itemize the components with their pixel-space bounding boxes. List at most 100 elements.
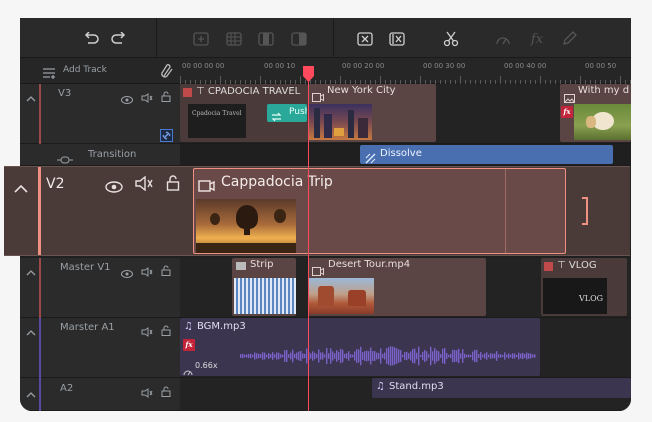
clip-label: ⊤ CPADOCIA TRAVEL — [196, 86, 301, 97]
link-clip-icon[interactable] — [160, 129, 173, 142]
track-color-bar — [39, 84, 41, 144]
track-color-bar — [38, 167, 41, 255]
crop-icon[interactable] — [290, 30, 308, 48]
clip-label: Dissolve — [380, 148, 422, 159]
clip-cappadocia-trip[interactable]: Cappadocia Trip — [193, 168, 566, 254]
clip-strip[interactable]: Strip — [232, 258, 296, 316]
eye-icon[interactable] — [105, 178, 123, 197]
clip-label: Cappadocia Trip — [221, 174, 333, 190]
clip-thumbnail — [574, 104, 631, 140]
clip-stand[interactable]: ♫ Stand.mp3 — [372, 378, 631, 398]
swap-icon — [271, 107, 282, 122]
add-clip-icon[interactable] — [192, 30, 210, 48]
track-row-v2[interactable]: V2 Cappadocia Trip — [4, 166, 630, 256]
mute-icon[interactable] — [141, 262, 153, 281]
add-track-button[interactable]: Add Track — [63, 65, 107, 75]
track-name: V3 — [58, 88, 72, 99]
toolbar: fx — [20, 18, 631, 58]
speed-icon[interactable] — [494, 30, 512, 48]
lock-icon[interactable] — [161, 321, 171, 340]
track-header-a2[interactable]: A2 — [20, 378, 180, 411]
dissolve-icon — [365, 149, 376, 164]
clip-with-my-dog[interactable]: With my d fx — [560, 84, 631, 142]
clip-thumbnail — [308, 104, 372, 140]
mute-icon[interactable] — [141, 322, 153, 341]
clip-label: New York City — [327, 85, 396, 96]
eye-icon[interactable] — [121, 89, 133, 108]
clip-label: BGM.mp3 — [197, 321, 246, 332]
playhead-line — [308, 80, 309, 411]
mosaic-icon[interactable] — [225, 30, 243, 48]
eye-icon[interactable] — [121, 263, 133, 282]
music-icon: ♫ — [184, 321, 193, 332]
clip-thumbnail — [234, 278, 296, 314]
clip-dissolve[interactable]: Dissolve — [360, 145, 613, 164]
track-header-v2[interactable]: V2 — [4, 167, 180, 255]
clip-vlog[interactable]: ⊤ VLOG VLOG — [541, 258, 627, 316]
track-lane-master-a1: ♫ BGM.mp3 fx 0.66x — [180, 318, 631, 378]
collapse-icon[interactable] — [26, 322, 36, 341]
track-header-v3[interactable]: V3 — [20, 84, 180, 144]
fx-icon[interactable]: fx — [528, 30, 546, 48]
magnet-icon[interactable] — [161, 63, 173, 82]
clip-label: ⊤ VLOG — [557, 260, 597, 271]
collapse-icon[interactable] — [26, 262, 36, 281]
lock-icon[interactable] — [161, 87, 171, 106]
clip-new-york-city[interactable]: New York City — [308, 84, 436, 142]
add-track-icon[interactable] — [42, 64, 56, 83]
collapse-icon[interactable] — [14, 179, 28, 198]
track-name: Transition — [88, 149, 137, 160]
track-name: Marster A1 — [60, 322, 115, 333]
clip-thumbnail: VLOG — [543, 278, 607, 314]
track-lane-transition: Dissolve — [180, 144, 631, 166]
clip-trim-handle[interactable] — [582, 197, 588, 225]
collapse-icon[interactable] — [26, 384, 36, 403]
track-color-bar — [39, 378, 41, 411]
collapse-icon[interactable] — [26, 88, 36, 107]
speed-icon — [183, 361, 193, 376]
title-clip-icon — [183, 88, 192, 97]
clip-thumbnail — [196, 199, 296, 253]
image-icon — [236, 262, 246, 270]
clip-push[interactable]: Push — [267, 104, 307, 122]
undo-icon[interactable] — [82, 30, 100, 48]
music-icon: ♫ — [376, 381, 385, 392]
ruler-tick-label: 00 00 00 00 — [182, 62, 225, 70]
track-name: Master V1 — [60, 262, 111, 273]
clip-label: Desert Tour.mp4 — [328, 259, 411, 270]
clip-desert-tour[interactable]: Desert Tour.mp4 — [308, 258, 486, 316]
lock-icon[interactable] — [161, 261, 171, 280]
mute-icon[interactable] — [141, 383, 153, 402]
track-lane-v3: ⊤ CPADOCIA TRAVEL Cpadocia Travel Push N… — [180, 84, 631, 144]
video-icon — [198, 177, 216, 196]
delete-clip-icon[interactable] — [356, 30, 374, 48]
ruler-tick-label: 00 00 50 — [585, 62, 617, 70]
track-lane-a2: ♫ Stand.mp3 — [180, 378, 631, 411]
mute-icon[interactable] — [135, 175, 153, 195]
toolbar-divider — [156, 18, 157, 58]
mute-icon[interactable] — [141, 88, 153, 107]
toolbar-divider — [333, 18, 334, 58]
track-name: V2 — [46, 176, 65, 192]
track-header-master-a1[interactable]: Marster A1 — [20, 318, 180, 378]
clip-bgm[interactable]: ♫ BGM.mp3 fx 0.66x — [180, 318, 540, 376]
pen-icon[interactable] — [560, 30, 578, 48]
delete-gap-icon[interactable] — [388, 30, 406, 48]
track-header-master-v1[interactable]: Master V1 — [20, 258, 180, 318]
track-color-bar — [39, 258, 41, 318]
timeline-ruler[interactable]: 00 00 00 00 00 00 10 00 00 20 00 00 00 3… — [180, 58, 631, 84]
redo-icon[interactable] — [110, 30, 128, 48]
clip-thumbnail: Cpadocia Travel — [188, 104, 246, 138]
track-header-transition[interactable]: Transition — [20, 144, 180, 166]
cut-icon[interactable] — [442, 30, 460, 48]
clip-label: Stand.mp3 — [389, 381, 444, 392]
clip-title-text: CPADOCIA TRAVEL — [207, 86, 301, 97]
ruler-tick-label: 00 00 40 00 — [504, 62, 547, 70]
clip-speed: 0.66x — [195, 361, 218, 370]
lock-icon[interactable] — [161, 382, 171, 401]
split-view-icon[interactable] — [257, 30, 275, 48]
clip-label: Strip — [250, 259, 274, 270]
ruler-tick-label: 00 00 10 — [264, 62, 296, 70]
clip-split-line — [505, 169, 506, 253]
lock-icon[interactable] — [166, 175, 180, 195]
